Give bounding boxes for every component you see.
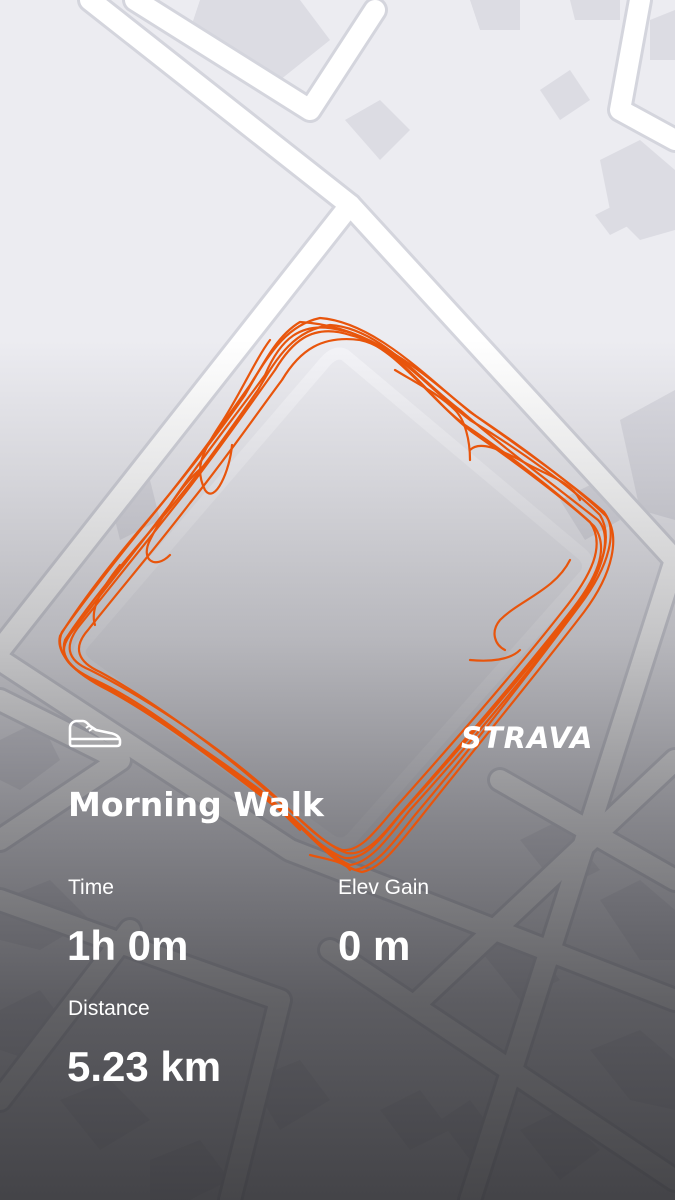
strava-logo: STRAVA: [461, 721, 594, 755]
activity-title: Morning Walk: [68, 785, 324, 824]
time-label: Time: [68, 876, 114, 899]
distance-label: Distance: [68, 997, 150, 1020]
elev-gain-value: 0 m: [338, 922, 411, 969]
elev-gain-label: Elev Gain: [338, 876, 430, 899]
activity-share-card: STRAVA Morning Walk Time 1h 0m Elev Gain…: [0, 0, 675, 1200]
time-value: 1h 0m: [67, 922, 189, 969]
shoe-icon: [68, 719, 122, 748]
distance-value: 5.23 km: [67, 1043, 222, 1090]
